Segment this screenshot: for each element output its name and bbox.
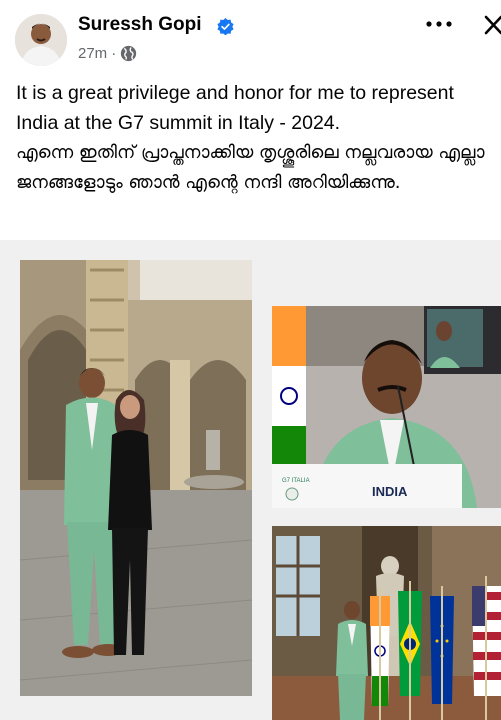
verified-badge-icon — [217, 18, 234, 35]
author-name[interactable]: Suressh Gopi — [78, 14, 202, 36]
photo-courtyard[interactable] — [20, 260, 252, 696]
author-avatar[interactable] — [15, 14, 67, 66]
post-text-english: It is a great privilege and honor for me… — [16, 82, 454, 134]
post-meta: 27m · — [78, 45, 137, 62]
photo-flags[interactable] — [272, 526, 501, 720]
meta-separator: · — [111, 45, 117, 62]
g7-logo-text: G7 ITALIA — [282, 478, 310, 484]
close-icon[interactable] — [482, 12, 501, 38]
post-time[interactable]: 27m — [78, 45, 107, 62]
more-options-icon[interactable] — [424, 14, 454, 34]
photo-grid: G7 ITALIA INDIA — [0, 240, 501, 720]
post-text-malayalam: എന്നെ ഇതിന് പ്രാപ്തനാക്കിയ തൃശ്ശൂരിലെ നല… — [16, 142, 485, 193]
country-nameplate: INDIA — [372, 484, 408, 499]
photo-summit[interactable]: G7 ITALIA INDIA — [272, 306, 501, 508]
post-header: Suressh Gopi 27m · — [0, 0, 501, 70]
globe-icon[interactable] — [120, 45, 137, 62]
post-body: It is a great privilege and honor for me… — [16, 78, 494, 198]
